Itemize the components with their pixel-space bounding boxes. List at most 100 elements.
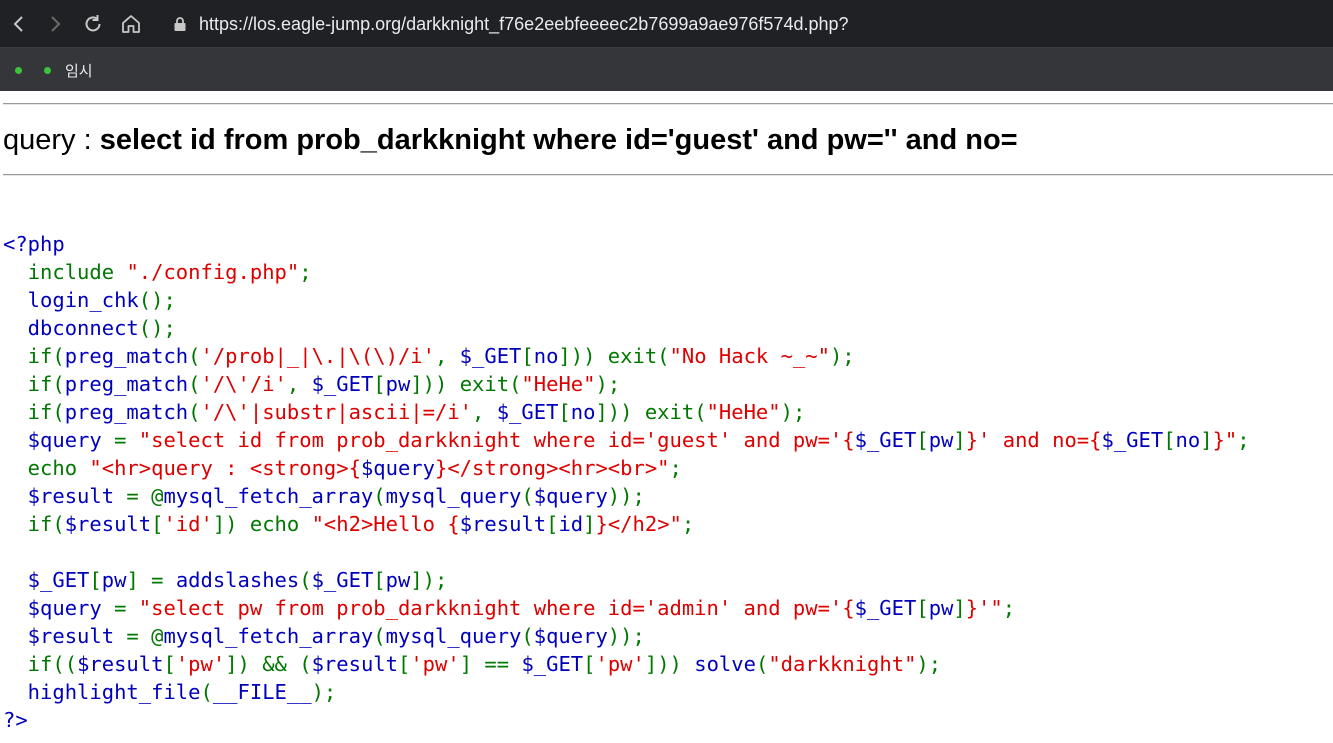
query-output: query : select id from prob_darkknight w… (3, 124, 1018, 157)
code-token: "<hr>query : <strong>{ (89, 456, 361, 480)
code-token: $query (3, 596, 115, 620)
code-token: (); (138, 316, 176, 340)
code-token: ]); (410, 568, 448, 592)
code-token: solve (694, 652, 756, 676)
code-token: $result (3, 484, 127, 508)
address-bar[interactable]: https://los.eagle-jump.org/darkknight_f7… (165, 6, 1325, 42)
code-token: ); (595, 372, 621, 396)
code-token: ] (1200, 428, 1213, 452)
code-line: if(($result['pw']) && ($result['pw'] == … (3, 650, 1250, 678)
code-token: if(( (3, 652, 78, 676)
query-prefix: query : (3, 124, 100, 156)
code-token: ( (521, 624, 534, 648)
code-token: ])) exit( (595, 400, 707, 424)
code-token: if( (3, 400, 65, 424)
code-token: [ (916, 596, 929, 620)
code-token: '/prob|_|\.|\(\)/i' (200, 344, 435, 368)
code-token: ])) exit( (410, 372, 522, 396)
code-token: "HeHe" (521, 372, 596, 396)
code-token: preg_match (64, 344, 189, 368)
code-token: $result (64, 512, 152, 536)
code-token: '/\'/i' (200, 372, 287, 396)
code-line: $result = @mysql_fetch_array(mysql_query… (3, 482, 1250, 510)
code-token: }</h2>" (595, 512, 682, 536)
code-line: $_GET[pw] = addslashes($_GET[pw]); (3, 566, 1250, 594)
code-token: echo (3, 456, 90, 480)
code-token: mysql_fetch_array (163, 624, 374, 648)
bookmark-favicon-icon (44, 66, 51, 74)
code-token: "<h2>Hello { (311, 512, 460, 536)
back-arrow-icon (13, 16, 23, 32)
code-token: ( (373, 484, 386, 508)
code-token: preg_match (64, 400, 189, 424)
code-token: "./config.php" (126, 260, 300, 284)
code-token: }'" (965, 596, 1003, 620)
code-token: if( (3, 372, 65, 396)
code-token: no (570, 400, 596, 424)
code-token: $_GET (854, 428, 917, 452)
code-token: login_chk (3, 288, 139, 312)
code-token: "No Hack ~_~" (669, 344, 830, 368)
bookmark-favicon-icon (15, 66, 22, 74)
code-token: ; (299, 260, 312, 284)
code-token: [ (558, 400, 571, 424)
code-token: $query (360, 456, 435, 480)
code-token: [ (546, 512, 559, 536)
code-token: $query (533, 624, 608, 648)
code-line: $result = @mysql_fetch_array(mysql_query… (3, 622, 1250, 650)
code-line: include "./config.php"; (3, 258, 1250, 286)
code-token: ( (200, 680, 213, 704)
code-token: "darkknight" (768, 652, 917, 676)
code-token: dbconnect (3, 316, 139, 340)
code-token: $result (311, 652, 398, 676)
code-line: highlight_file(__FILE__); (3, 678, 1250, 706)
home-button[interactable] (116, 9, 146, 39)
code-line: <?php (3, 230, 1250, 258)
code-token: ); (829, 344, 855, 368)
code-token: ])) (644, 652, 695, 676)
code-token: ( (188, 344, 201, 368)
code-token: [ (398, 652, 411, 676)
code-token: no (533, 344, 559, 368)
code-token: ] (583, 512, 596, 536)
code-token: [ (373, 372, 386, 396)
code-token: include (27, 260, 127, 284)
code-token: pw (928, 596, 954, 620)
code-token: $result (459, 512, 547, 536)
code-token: $_GET (3, 568, 90, 592)
forward-button[interactable] (40, 9, 70, 39)
code-token: ( (755, 652, 769, 676)
code-line: $query = "select pw from prob_darkknight… (3, 594, 1250, 622)
code-token: ; (1237, 428, 1250, 452)
horizontal-rule (3, 174, 1333, 176)
reload-button[interactable] (78, 9, 108, 39)
code-token: }" (1212, 428, 1238, 452)
code-token: ); (311, 680, 337, 704)
code-line: if($result['id']) echo "<h2>Hello {$resu… (3, 510, 1250, 538)
code-line: dbconnect(); (3, 314, 1250, 342)
bookmark-label: 임시 (65, 61, 93, 80)
code-token: <?php (3, 232, 65, 256)
bookmark-item-temp[interactable]: 임시 (44, 48, 93, 92)
forward-arrow-icon (51, 16, 61, 32)
code-token: ])) exit( (558, 344, 670, 368)
lock-icon (173, 16, 187, 32)
code-token: )); (607, 484, 645, 508)
code-token: pw (385, 372, 411, 396)
code-token: addslashes (175, 568, 300, 592)
code-token: ; (681, 512, 695, 536)
back-button[interactable] (4, 9, 34, 39)
code-token: ( (188, 400, 201, 424)
code-token: ; (669, 456, 682, 480)
horizontal-rule (3, 103, 1333, 105)
code-line: echo "<hr>query : <strong>{$query}</stro… (3, 454, 1250, 482)
reload-icon (85, 15, 101, 32)
code-token: [ (916, 428, 929, 452)
php-source-code: <?php include "./config.php"; login_chk (… (3, 230, 1250, 734)
code-token: = (114, 596, 139, 620)
bookmark-item[interactable] (15, 48, 36, 92)
code-token: if( (3, 512, 65, 536)
code-token: highlight_file (3, 680, 201, 704)
code-token: ] = (126, 568, 176, 592)
